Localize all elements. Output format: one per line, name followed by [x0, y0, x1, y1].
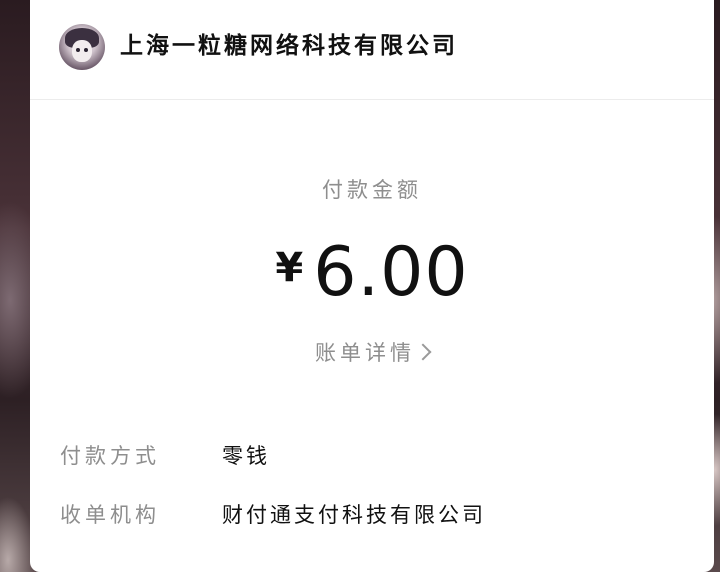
merchant-name[interactable]: 上海一粒糖网络科技有限公司 [120, 30, 458, 62]
amount-label: 付款金额 [322, 178, 422, 202]
amount-value: 6.00 [313, 233, 469, 312]
acquirer-row: 收单机构 财付通支付科技有限公司 [60, 499, 486, 531]
payment-method-label: 付款方式 [60, 444, 160, 468]
avatar-face [72, 40, 92, 62]
currency-symbol: ¥ [275, 245, 304, 291]
acquirer-value: 财付通支付科技有限公司 [222, 503, 486, 527]
payment-method-row: 付款方式 零钱 [60, 440, 270, 472]
payment-method-value: 零钱 [222, 444, 270, 468]
payment-result-card: 上海一粒糖网络科技有限公司 付款金额 ¥6.00 账单详情 付款方式 零钱 收单机… [30, 0, 714, 572]
avatar-eye-left [76, 48, 80, 52]
acquirer-label: 收单机构 [60, 503, 160, 527]
avatar-eye-right [84, 48, 88, 52]
bill-detail-link[interactable]: 账单详情 [30, 338, 714, 368]
merchant-avatar[interactable] [59, 24, 105, 70]
bill-detail-label: 账单详情 [315, 341, 415, 365]
chevron-right-icon [414, 343, 432, 361]
payment-amount: ¥6.00 [30, 226, 714, 332]
merchant-header: 上海一粒糖网络科技有限公司 [30, 0, 714, 100]
